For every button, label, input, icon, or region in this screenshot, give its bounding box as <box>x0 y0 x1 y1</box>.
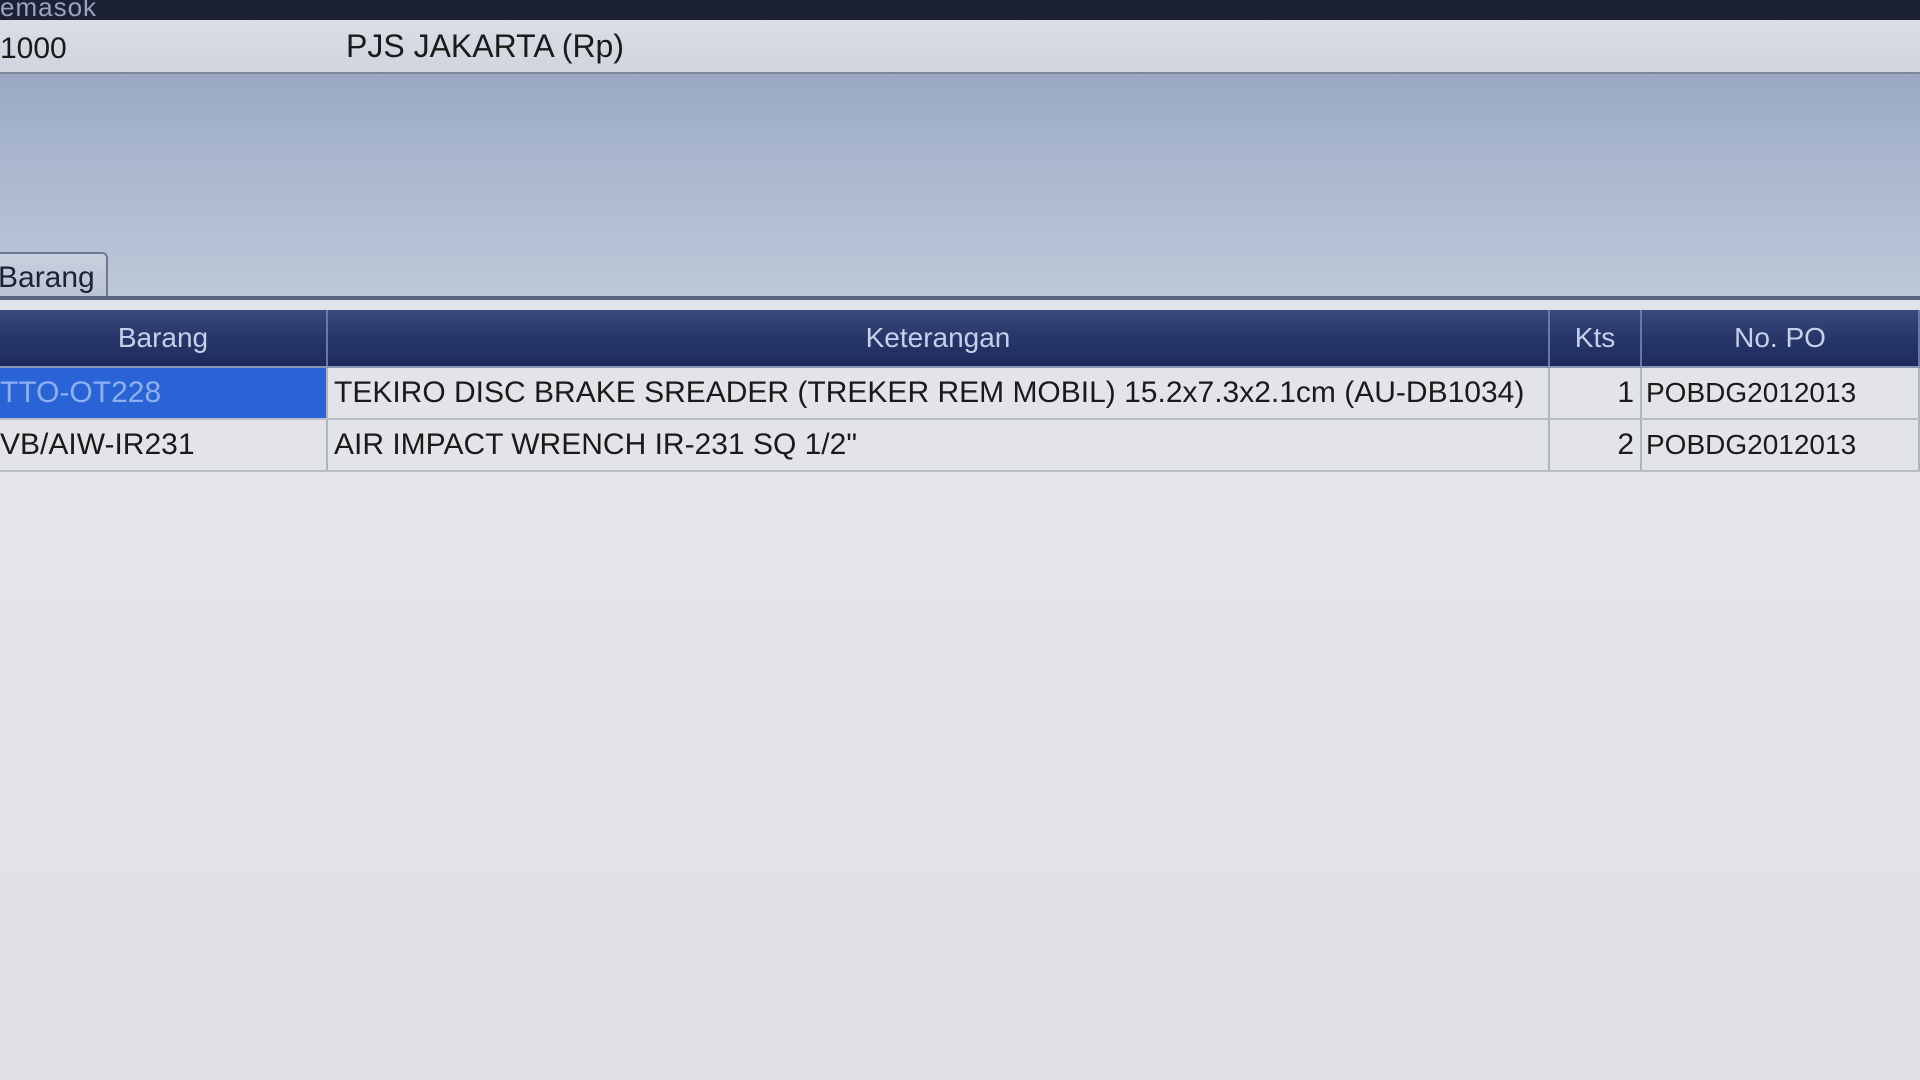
column-header-keterangan[interactable]: Keterangan <box>328 310 1550 366</box>
items-grid: Barang Keterangan Kts No. PO TTO-OT228 T… <box>0 310 1920 472</box>
table-row[interactable]: VB/AIW-IR231 AIR IMPACT WRENCH IR-231 SQ… <box>0 420 1920 472</box>
cell-keterangan[interactable]: AIR IMPACT WRENCH IR-231 SQ 1/2" <box>328 420 1550 470</box>
cell-barang[interactable]: VB/AIW-IR231 <box>0 420 328 470</box>
branch-currency-value: PJS JAKARTA (Rp) <box>346 28 624 64</box>
cell-no-po[interactable]: POBDG2012013 <box>1642 420 1920 470</box>
cell-kts[interactable]: 1 <box>1550 368 1642 418</box>
supplier-code-value: 1000 <box>0 32 67 65</box>
title-bar: emasok <box>0 0 1920 20</box>
column-header-no-po[interactable]: No. PO <box>1642 310 1920 366</box>
details-panel <box>0 74 1920 296</box>
column-header-barang[interactable]: Barang <box>0 310 328 366</box>
cell-no-po[interactable]: POBDG2012013 <box>1642 368 1920 418</box>
tab-barang[interactable]: Barang <box>0 252 108 298</box>
cell-barang[interactable]: TTO-OT228 <box>0 368 328 418</box>
tab-label: Barang <box>0 261 95 294</box>
table-row[interactable]: TTO-OT228 TEKIRO DISC BRAKE SREADER (TRE… <box>0 368 1920 420</box>
cell-keterangan[interactable]: TEKIRO DISC BRAKE SREADER (TREKER REM MO… <box>328 368 1550 418</box>
tab-strip-divider <box>0 296 1920 300</box>
supplier-info-row: 1000 PJS JAKARTA (Rp) <box>0 20 1920 74</box>
column-header-kts[interactable]: Kts <box>1550 310 1642 366</box>
grid-header: Barang Keterangan Kts No. PO <box>0 310 1920 368</box>
window-title: emasok <box>0 0 98 20</box>
cell-kts[interactable]: 2 <box>1550 420 1642 470</box>
